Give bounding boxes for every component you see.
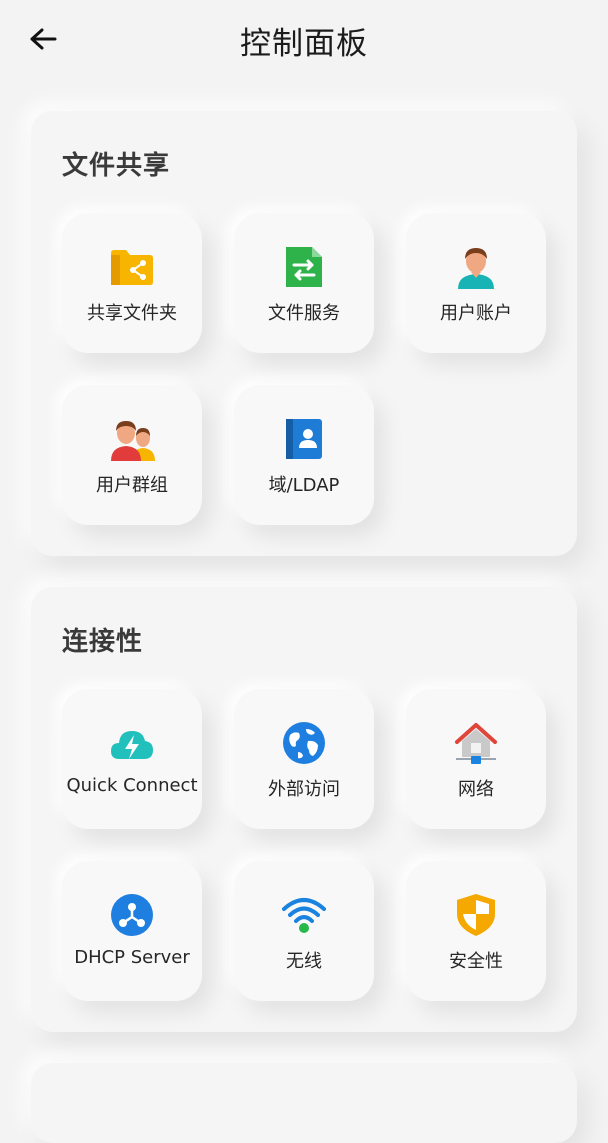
shared-folder-icon	[109, 244, 155, 290]
tile-label: 安全性	[449, 951, 503, 972]
file-services-tile[interactable]: 文件服务	[234, 213, 374, 353]
tile-label: DHCP Server	[74, 947, 190, 968]
network-tile[interactable]: 网络	[406, 689, 546, 829]
user-account-icon	[453, 244, 499, 290]
network-house-icon	[453, 720, 499, 766]
tile-label: 文件服务	[268, 303, 340, 324]
dhcp-server-tile[interactable]: DHCP Server	[62, 861, 202, 1001]
tile-label: 域/LDAP	[268, 475, 340, 496]
tile-label: 用户账户	[440, 303, 512, 324]
dhcp-server-icon	[109, 892, 155, 938]
globe-icon	[281, 720, 327, 766]
next-section-partial	[31, 1063, 577, 1143]
tile-label: 共享文件夹	[87, 303, 177, 324]
external-access-tile[interactable]: 外部访问	[234, 689, 374, 829]
domain-ldap-icon	[281, 416, 327, 462]
security-tile[interactable]: 安全性	[406, 861, 546, 1001]
wifi-icon	[281, 892, 327, 938]
tile-label: Quick Connect	[66, 775, 198, 796]
tile-label: 外部访问	[268, 779, 340, 800]
shared-folder-tile[interactable]: 共享文件夹	[62, 213, 202, 353]
tile-label: 用户群组	[96, 475, 168, 496]
user-group-tile[interactable]: 用户群组	[62, 385, 202, 525]
page-title: 控制面板	[240, 26, 368, 62]
security-shield-icon	[453, 892, 499, 938]
quick-connect-tile[interactable]: Quick Connect	[62, 689, 202, 829]
file-sharing-section: 文件共享 共享文件夹 文件服务 用户账户 用户群组 域/LDAP	[31, 111, 577, 556]
tile-label: 网络	[458, 779, 494, 800]
wireless-tile[interactable]: 无线	[234, 861, 374, 1001]
user-group-icon	[109, 416, 155, 462]
section-title: 文件共享	[62, 151, 171, 181]
top-bar: 控制面板	[0, 0, 608, 78]
domain-ldap-tile[interactable]: 域/LDAP	[234, 385, 374, 525]
user-account-tile[interactable]: 用户账户	[406, 213, 546, 353]
connectivity-section: 连接性 Quick Connect 外部访问 网络 DHCP Server 无线…	[31, 587, 577, 1032]
quick-connect-icon	[109, 720, 155, 766]
tile-label: 无线	[286, 951, 322, 972]
file-services-icon	[281, 244, 327, 290]
section-title: 连接性	[62, 627, 144, 657]
